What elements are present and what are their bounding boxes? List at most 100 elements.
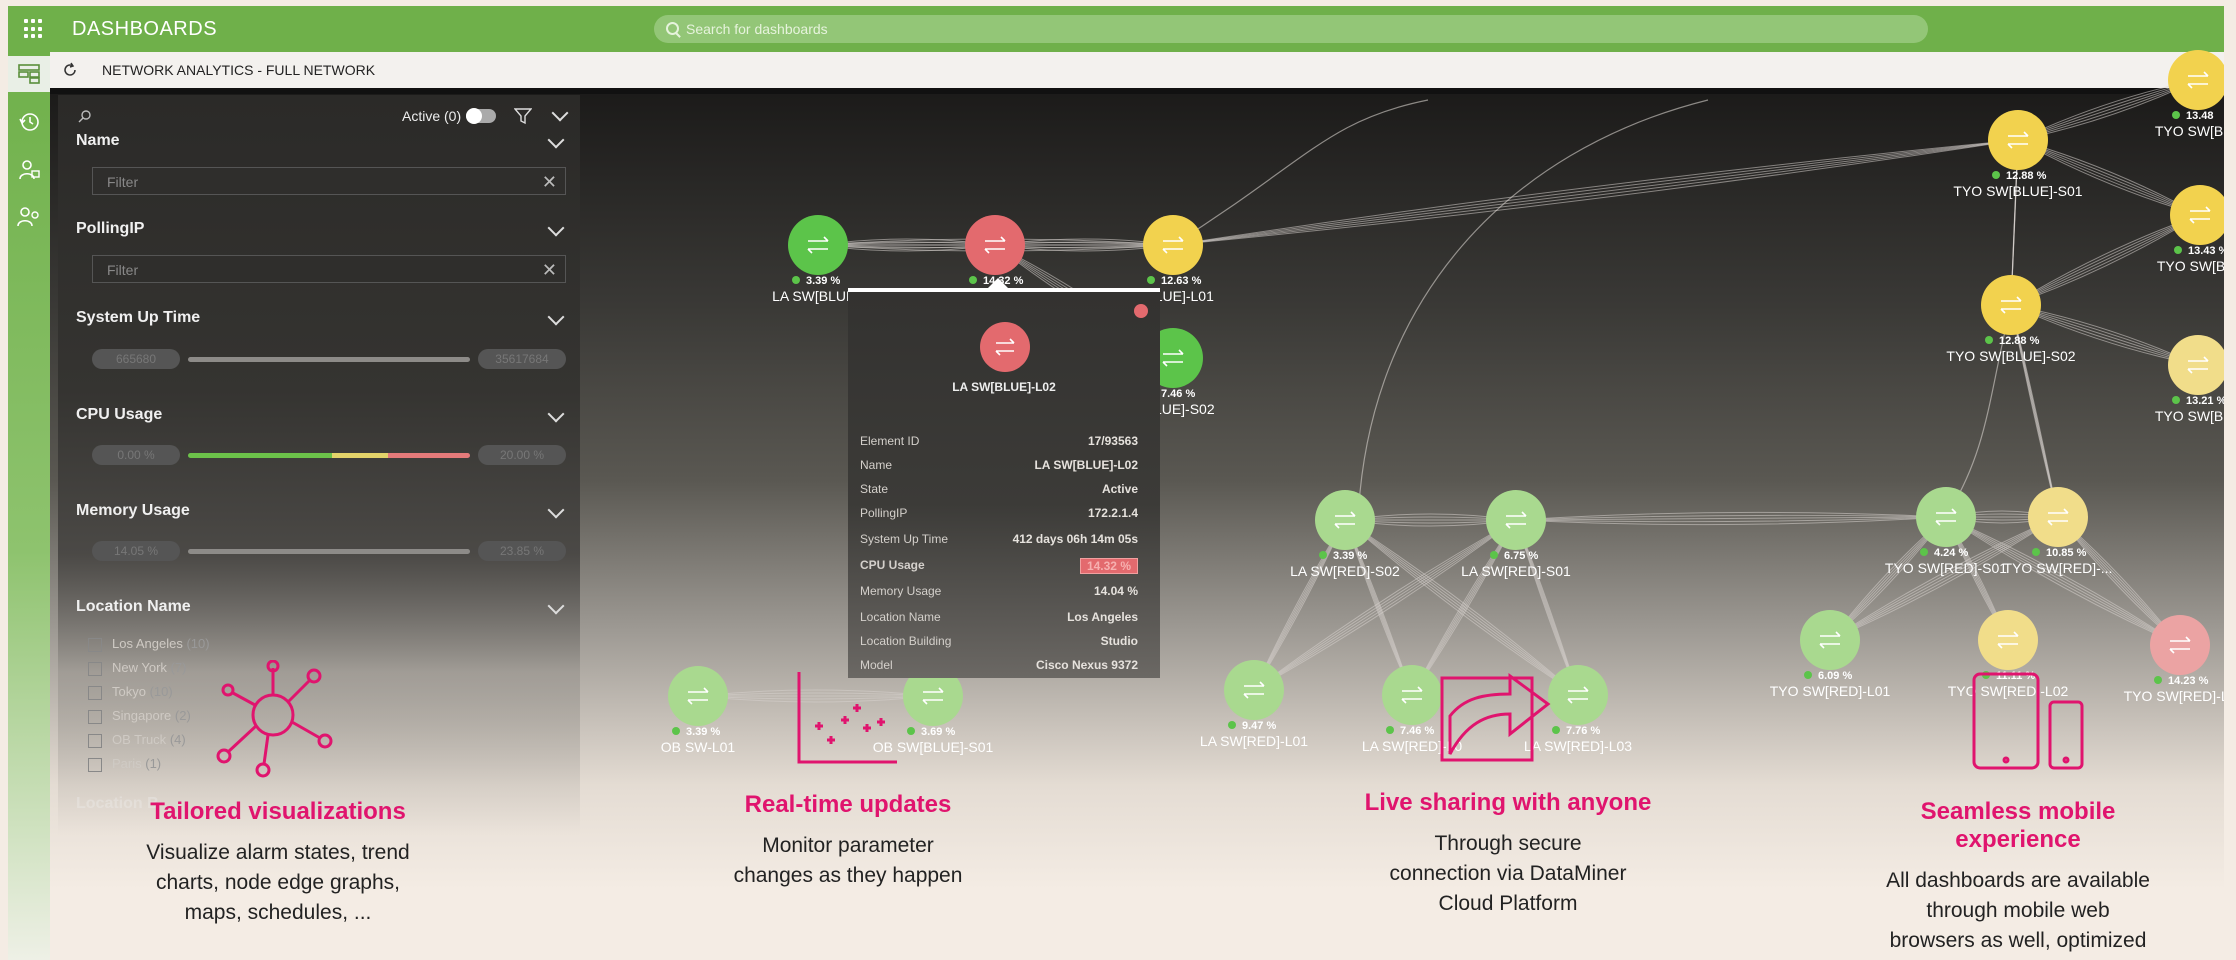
node-circle[interactable] bbox=[788, 215, 848, 275]
node-circle[interactable] bbox=[1981, 275, 2041, 335]
switch-node[interactable]: 4.24 %TYO SW[RED]-S01 bbox=[1885, 487, 2007, 576]
range-track[interactable] bbox=[188, 453, 470, 458]
chevron-down-icon[interactable] bbox=[547, 501, 565, 519]
checkbox[interactable] bbox=[88, 733, 102, 748]
status-dot bbox=[2032, 548, 2040, 556]
detail-row: CPU Usage 14.32 % bbox=[860, 558, 1138, 576]
memory-range-slider[interactable]: 14.05 % 23.85 % bbox=[92, 541, 566, 561]
node-circle[interactable] bbox=[1315, 490, 1375, 550]
chevron-down-icon[interactable] bbox=[547, 308, 565, 326]
switch-node[interactable]: 14.32 % bbox=[965, 215, 1025, 287]
status-dot bbox=[792, 276, 800, 284]
location-option[interactable]: Tokyo (10) bbox=[88, 684, 173, 700]
node-label: TYO SW[RED]-S01 bbox=[1885, 560, 2007, 576]
checkbox[interactable] bbox=[88, 661, 102, 676]
node-label: LA SW[RED]-L01 bbox=[1200, 733, 1308, 749]
location-option[interactable]: New York (7) bbox=[88, 660, 186, 676]
clear-icon[interactable]: ✕ bbox=[542, 256, 557, 284]
node-circle[interactable] bbox=[1382, 665, 1442, 725]
node-circle[interactable] bbox=[2168, 335, 2224, 395]
checkbox[interactable] bbox=[88, 685, 102, 700]
filter-pollingip-header[interactable]: PollingIP bbox=[76, 220, 144, 238]
location-count: (10) bbox=[186, 636, 210, 651]
feature-title: Live sharing with anyone bbox=[1364, 789, 1652, 816]
panel-search-icon[interactable] bbox=[78, 109, 92, 123]
range-track[interactable] bbox=[188, 549, 470, 554]
filter-memory-header[interactable]: Memory Usage bbox=[76, 502, 190, 520]
checkbox[interactable] bbox=[88, 709, 102, 724]
filter-icon[interactable] bbox=[514, 107, 532, 125]
switch-node[interactable]: 13.21 %TYO SW[BLU bbox=[2155, 335, 2224, 424]
node-circle[interactable] bbox=[2168, 50, 2224, 110]
checkbox[interactable] bbox=[88, 637, 102, 652]
name-filter-input[interactable]: Filter ✕ bbox=[92, 167, 566, 195]
status-dot bbox=[672, 727, 680, 735]
node-circle[interactable] bbox=[1143, 215, 1203, 275]
uptime-range-slider[interactable]: 665680 35617684 bbox=[92, 349, 566, 369]
range-max[interactable]: 23.85 % bbox=[478, 541, 566, 561]
node-circle[interactable] bbox=[1988, 110, 2048, 170]
range-min[interactable]: 14.05 % bbox=[92, 541, 180, 561]
popup-caret bbox=[988, 278, 1008, 288]
range-max[interactable]: 20.00 % bbox=[478, 445, 566, 465]
range-max[interactable]: 35617684 bbox=[478, 349, 566, 369]
detail-value: 14.04 % bbox=[1093, 584, 1138, 598]
node-circle[interactable] bbox=[2170, 185, 2224, 245]
node-label: LA SW[RED]-S02 bbox=[1290, 563, 1400, 579]
node-circle[interactable] bbox=[2150, 615, 2210, 675]
range-min[interactable]: 665680 bbox=[92, 349, 180, 369]
active-toggle[interactable] bbox=[466, 108, 496, 124]
node-circle[interactable] bbox=[965, 215, 1025, 275]
switch-node[interactable]: 14.23 %TYO SW[RED]-L0 bbox=[2124, 615, 2224, 704]
detail-row: Memory Usage 14.04 % bbox=[860, 584, 1138, 602]
node-circle[interactable] bbox=[1548, 665, 1608, 725]
filter-cpu-header[interactable]: CPU Usage bbox=[76, 406, 162, 424]
node-circle[interactable] bbox=[668, 666, 728, 726]
feature-description-line: through mobile web bbox=[1926, 899, 2110, 922]
feature-title: Seamless mobile experience bbox=[1920, 798, 2116, 853]
chevron-down-icon[interactable] bbox=[547, 597, 565, 615]
switch-node[interactable]: 6.75 %LA SW[RED]-S01 bbox=[1461, 490, 1571, 579]
cpu-percentage: 7.76 % bbox=[1566, 725, 1600, 737]
node-circle[interactable] bbox=[1978, 610, 2038, 670]
node-circle[interactable] bbox=[1486, 490, 1546, 550]
feature-description: All dashboards are available through mobi… bbox=[1858, 866, 2178, 960]
location-option[interactable]: Paris (1) bbox=[88, 756, 161, 772]
switch-node[interactable]: 3.39 %LA SW[RED]-S02 bbox=[1290, 490, 1400, 579]
location-name: Singapore bbox=[112, 708, 172, 723]
switch-node[interactable]: 6.09 %TYO SW[RED]-L01 bbox=[1770, 610, 1891, 699]
node-circle[interactable] bbox=[2028, 487, 2088, 547]
checkbox[interactable] bbox=[88, 757, 102, 772]
clear-icon[interactable]: ✕ bbox=[542, 168, 557, 196]
location-option[interactable]: OB Truck (4) bbox=[88, 732, 186, 748]
switch-node[interactable]: 9.47 %LA SW[RED]-L01 bbox=[1200, 660, 1308, 749]
filter-location-header[interactable]: Location Name bbox=[76, 598, 191, 616]
location-option[interactable]: Los Angeles (10) bbox=[88, 636, 210, 652]
node-circle[interactable] bbox=[1224, 660, 1284, 720]
detail-key: State bbox=[860, 482, 889, 496]
switch-node[interactable] bbox=[980, 322, 1030, 372]
edge-line bbox=[1357, 99, 1709, 521]
node-circle[interactable] bbox=[1916, 487, 1976, 547]
cpu-range-slider[interactable]: 0.00 % 20.00 % bbox=[92, 445, 566, 465]
pollingip-filter-input[interactable]: Filter ✕ bbox=[92, 255, 566, 283]
switch-node[interactable]: 10.85 %TYO SW[RED]-... bbox=[2004, 487, 2113, 576]
range-track[interactable] bbox=[188, 357, 470, 362]
detail-key: Memory Usage bbox=[860, 584, 942, 598]
range-min[interactable]: 0.00 % bbox=[92, 445, 180, 465]
panel-collapse-chevron-icon[interactable] bbox=[551, 104, 569, 122]
feature-description: Monitor parameter changes as they happen bbox=[698, 831, 998, 891]
status-dot bbox=[1985, 336, 1993, 344]
detail-value: 17/93563 bbox=[1087, 434, 1138, 448]
filter-name-header[interactable]: Name bbox=[76, 132, 120, 150]
detail-key: Location Name bbox=[860, 610, 941, 624]
chevron-down-icon[interactable] bbox=[547, 131, 565, 149]
detail-value: LA SW[BLUE]-L02 bbox=[1034, 458, 1138, 472]
chevron-down-icon[interactable] bbox=[547, 219, 565, 237]
filter-uptime-header[interactable]: System Up Time bbox=[76, 309, 200, 327]
node-label: TYO SW[BLUE]-S01 bbox=[1953, 183, 2082, 199]
node-circle[interactable] bbox=[1800, 610, 1860, 670]
location-option[interactable]: Singapore (2) bbox=[88, 708, 191, 724]
chevron-down-icon[interactable] bbox=[547, 405, 565, 423]
switch-node[interactable]: 3.39 %OB SW-L01 bbox=[661, 666, 736, 755]
